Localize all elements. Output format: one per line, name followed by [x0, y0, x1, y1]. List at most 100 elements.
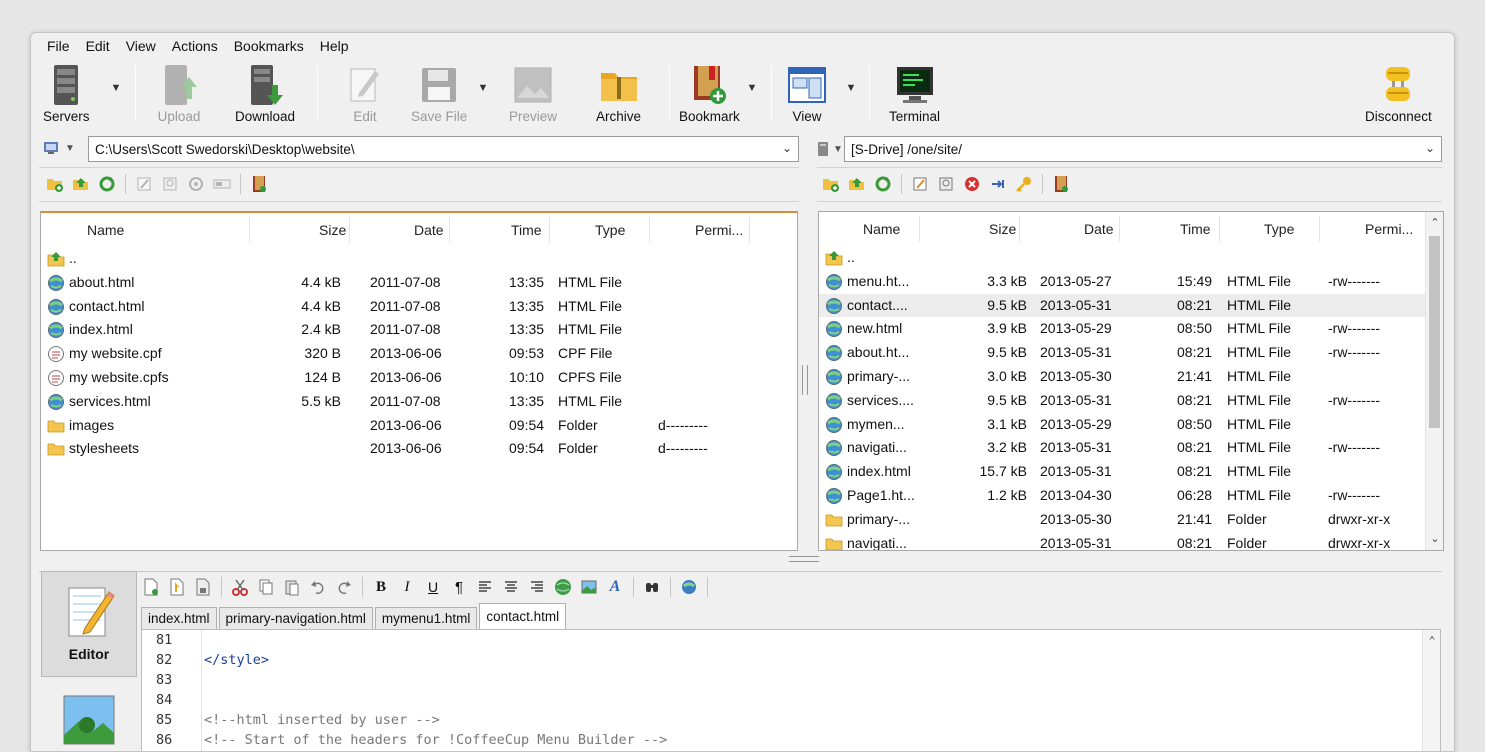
save-file-button[interactable]: Save File — [411, 63, 467, 125]
servers-button[interactable]: Servers — [43, 63, 90, 125]
file-row[interactable]: my website.cpfs 124 B 2013-06-06 10:10 CPFS … — [41, 366, 797, 390]
view-dropdown-arrow[interactable]: ▼ — [844, 81, 858, 95]
column-separator[interactable] — [249, 217, 250, 243]
tab-mymenu1-html[interactable]: mymenu1.html — [374, 607, 478, 629]
bookmark-small-icon[interactable] — [249, 174, 269, 194]
download-button[interactable]: Download — [235, 63, 295, 125]
scroll-down-icon[interactable]: ⌄ — [1428, 532, 1442, 546]
code-line[interactable]: <!--html inserted by user --> — [204, 712, 440, 728]
local-drive-selector[interactable]: ▼ — [43, 141, 75, 155]
file-row[interactable]: about.html 4.4 kB 2011-07-08 13:35 HTML File — [41, 271, 797, 295]
align-right-icon[interactable] — [527, 577, 547, 597]
find-icon[interactable] — [642, 577, 662, 597]
file-row[interactable]: about.ht... 9.5 kB 2013-05-31 08:21 HTML Fil… — [819, 341, 1443, 365]
column-date[interactable]: Date — [1084, 221, 1114, 237]
column-permissions[interactable]: Permi... — [1365, 221, 1413, 237]
align-center-icon[interactable] — [501, 577, 521, 597]
column-separator[interactable] — [449, 217, 450, 243]
open-file-icon[interactable] — [167, 577, 187, 597]
upload-button[interactable]: Upload — [157, 63, 201, 125]
file-row[interactable]: contact.html 4.4 kB 2011-07-08 13:35 HTML Fi… — [41, 295, 797, 319]
menu-bookmarks[interactable]: Bookmarks — [226, 34, 312, 58]
editor-mode-button[interactable]: Editor — [41, 571, 137, 677]
parent-folder-icon[interactable] — [71, 174, 91, 194]
servers-dropdown-arrow[interactable]: ▼ — [109, 81, 123, 95]
preview-globe-icon[interactable] — [679, 577, 699, 597]
file-row[interactable]: Page1.ht... 1.2 kB 2013-04-30 06:28 HTML Fil… — [819, 484, 1443, 508]
edit-button[interactable]: Edit — [343, 63, 387, 125]
new-file-icon[interactable] — [141, 577, 161, 597]
parent-directory-row[interactable]: .. — [819, 246, 1443, 270]
archive-button[interactable]: Archive — [596, 63, 641, 125]
delete-icon[interactable] — [962, 174, 982, 194]
refresh-icon[interactable] — [97, 174, 117, 194]
link-globe-icon[interactable] — [553, 577, 573, 597]
bookmark-small-icon[interactable] — [1051, 174, 1071, 194]
column-name[interactable]: Name — [87, 222, 124, 238]
terminal-button[interactable]: Terminal — [889, 63, 940, 125]
file-row[interactable]: primary-... 2013-05-30 21:41 Folder drwxr-xr… — [819, 508, 1443, 532]
file-row[interactable]: navigati... 2013-05-31 08:21 Folder drwxr-xr… — [819, 532, 1443, 550]
undo-icon[interactable] — [308, 577, 328, 597]
file-row[interactable]: navigati... 3.2 kB 2013-05-31 08:21 HTML Fil… — [819, 436, 1443, 460]
code-scrollbar[interactable]: ⌃ — [1422, 630, 1440, 751]
bookmark-button[interactable]: Bookmark — [679, 63, 740, 125]
font-icon[interactable]: A — [605, 577, 625, 597]
file-row[interactable]: services.html 5.5 kB 2011-07-08 13:35 HTML F… — [41, 390, 797, 414]
column-separator[interactable] — [1219, 216, 1220, 242]
new-folder-icon[interactable] — [821, 174, 841, 194]
column-separator[interactable] — [1319, 216, 1320, 242]
copy-icon[interactable] — [256, 577, 276, 597]
rename-icon[interactable] — [160, 174, 180, 194]
chevron-down-icon[interactable]: ⌄ — [1425, 141, 1435, 155]
file-row[interactable]: mymen... 3.1 kB 2013-05-29 08:50 HTML File — [819, 413, 1443, 437]
new-folder-icon[interactable] — [45, 174, 65, 194]
file-row[interactable]: menu.ht... 3.3 kB 2013-05-27 15:49 HTML File… — [819, 270, 1443, 294]
menu-actions[interactable]: Actions — [164, 34, 226, 58]
local-path-field[interactable]: C:\Users\Scott Swedorski\Desktop\website… — [88, 136, 799, 162]
menu-view[interactable]: View — [118, 34, 164, 58]
file-row[interactable]: my website.cpf 320 B 2013-06-06 09:53 CPF Fi… — [41, 342, 797, 366]
file-row[interactable]: contact.... 9.5 kB 2013-05-31 08:21 HTML Fil… — [819, 293, 1443, 318]
view-button[interactable]: View — [785, 63, 829, 125]
key-icon[interactable] — [1014, 174, 1034, 194]
column-type[interactable]: Type — [595, 222, 625, 238]
vertical-splitter-handle[interactable] — [802, 365, 808, 395]
file-row[interactable]: primary-... 3.0 kB 2013-05-30 21:41 HTML Fil… — [819, 365, 1443, 389]
insert-image-icon[interactable] — [579, 577, 599, 597]
tab-index-html[interactable]: index.html — [141, 607, 217, 629]
column-size[interactable]: Size — [319, 222, 346, 238]
file-row[interactable]: new.html 3.9 kB 2013-05-29 08:50 HTML File -r… — [819, 317, 1443, 341]
column-date[interactable]: Date — [414, 222, 444, 238]
remote-drive-selector[interactable]: ▼ — [817, 141, 843, 157]
bold-icon[interactable]: B — [371, 577, 391, 597]
column-size[interactable]: Size — [989, 221, 1016, 237]
edit-file-icon[interactable] — [910, 174, 930, 194]
save-file-dropdown-arrow[interactable]: ▼ — [476, 81, 490, 95]
column-separator[interactable] — [349, 217, 350, 243]
permissions-icon[interactable] — [988, 174, 1008, 194]
edit-file-icon[interactable] — [134, 174, 154, 194]
column-separator[interactable] — [919, 216, 920, 242]
menu-edit[interactable]: Edit — [78, 34, 118, 58]
code-line[interactable]: </style> — [204, 652, 269, 668]
remote-scrollbar[interactable]: ⌃ ⌄ — [1425, 212, 1443, 550]
scrollbar-thumb[interactable] — [1429, 236, 1440, 428]
paragraph-icon[interactable]: ¶ — [449, 577, 469, 597]
remote-path-field[interactable]: [S-Drive] /one/site/ ⌄ — [844, 136, 1442, 162]
column-type[interactable]: Type — [1264, 221, 1294, 237]
column-time[interactable]: Time — [1180, 221, 1211, 237]
column-separator[interactable] — [749, 217, 750, 243]
scroll-up-icon[interactable]: ⌃ — [1428, 216, 1442, 230]
column-separator[interactable] — [649, 217, 650, 243]
file-row[interactable]: index.html 2.4 kB 2011-07-08 13:35 HTML File — [41, 318, 797, 342]
column-separator[interactable] — [1019, 216, 1020, 242]
cut-icon[interactable] — [230, 577, 250, 597]
properties-icon[interactable] — [186, 174, 206, 194]
preview-mode-button[interactable] — [41, 695, 137, 745]
file-row[interactable]: services.... 9.5 kB 2013-05-31 08:21 HTML Fi… — [819, 389, 1443, 413]
bookmark-dropdown-arrow[interactable]: ▼ — [745, 81, 759, 95]
chevron-down-icon[interactable]: ⌄ — [782, 141, 792, 155]
tab-contact-html[interactable]: contact.html — [479, 603, 567, 629]
file-row[interactable]: index.html 15.7 kB 2013-05-31 08:21 HTML Fil… — [819, 460, 1443, 484]
